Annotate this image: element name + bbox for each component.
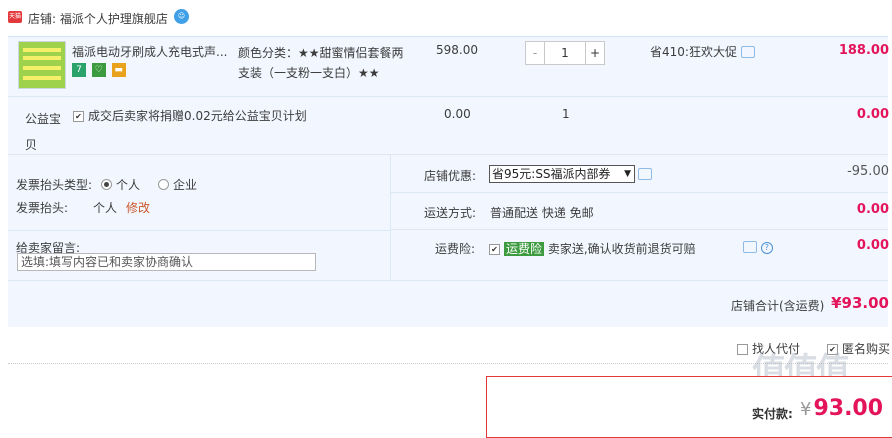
discount-detail-icon[interactable] (638, 167, 652, 181)
invoice-company-radio[interactable] (158, 179, 169, 190)
invoice-personal-label: 个人 (116, 178, 141, 192)
wangwang-chat-icon[interactable]: ☺ (174, 9, 189, 24)
seller-message-input[interactable]: 选填:填写内容已和卖家协商确认 (17, 253, 316, 271)
seven-day-return-icon[interactable]: 7 (72, 63, 86, 77)
currency-symbol: ¥ (800, 399, 812, 420)
item-subtotal: 188.00 (838, 43, 889, 58)
quantity-plus-button[interactable]: + (585, 42, 604, 64)
tmall-logo-icon: 天猫 (8, 11, 22, 23)
product-thumbnail[interactable] (18, 41, 66, 89)
insurance-checkbox[interactable]: ✔ (489, 244, 500, 255)
shop-discount-amount: -95.00 (847, 164, 889, 179)
promotion-detail-icon[interactable] (740, 45, 755, 58)
invoice-personal-radio[interactable] (101, 179, 112, 190)
charity-total: 0.00 (856, 107, 889, 122)
invoice-type-label: 发票抬头类型: (16, 178, 93, 192)
shipping-label: 运送方式: (424, 206, 477, 220)
shop-discount-label: 店铺优惠: (424, 169, 477, 183)
shop-discount-selected: 省95元:SS福派内部券 (492, 167, 611, 181)
payment-amount-value: 93.00 (813, 396, 884, 421)
quantity-input[interactable]: 1 (545, 42, 585, 64)
shop-label: 店铺: (28, 12, 57, 26)
invoice-personal-option[interactable]: 个人 (101, 176, 140, 193)
unit-price: 598.00 (436, 43, 478, 57)
pay-by-other-checkbox[interactable] (737, 344, 748, 355)
product-title-link[interactable]: 福派电动牙刷成人充电式声... (72, 43, 232, 60)
invoice-company-label: 企业 (173, 178, 198, 192)
insurance-option: ✔ 运费险 卖家送,确认收货前退货可赔 (489, 240, 696, 257)
payment-label: 实付款: (752, 407, 793, 421)
help-icon[interactable]: ? (760, 241, 773, 254)
charity-checkbox[interactable]: ✔ (73, 111, 84, 122)
insurance-amount: 0.00 (856, 238, 889, 253)
payment-amount: ¥93.00 (800, 396, 883, 421)
insurance-tag: 运费险 (504, 242, 545, 256)
quantity-minus-button[interactable]: - (526, 42, 545, 64)
quantity-stepper: - 1 + (525, 41, 605, 65)
row-divider (390, 192, 888, 193)
charity-price: 0.00 (444, 107, 471, 121)
shop-total-label: 店铺合计(含运费) (731, 299, 825, 313)
promotion-info: 省410:狂欢大促 (650, 43, 755, 60)
column-divider (390, 155, 391, 280)
insurance-text: 卖家送,确认收货前退货可赔 (544, 242, 696, 256)
shop-name[interactable]: 店铺: 福派个人护理旗舰店 (28, 10, 168, 27)
anonymous-label: 匿名购买 (842, 342, 891, 356)
shop-total-amount: ¥93.00 (831, 294, 889, 312)
invoice-edit-link[interactable]: 修改 (126, 199, 150, 216)
row-divider (8, 154, 888, 155)
promotion-text: 省410:狂欢大促 (650, 45, 737, 59)
shipping-method: 普通配送 快递 免邮 (490, 206, 594, 220)
shipping-amount: 0.00 (856, 202, 889, 217)
dropdown-arrow-icon: ▼ (624, 169, 631, 179)
row-divider (8, 280, 888, 281)
row-divider (8, 230, 390, 231)
product-sku: 颜色分类：★★甜蜜情侣套餐两支装（一支粉一支白）★★ (238, 46, 404, 80)
consumer-protection-icon[interactable]: ♡ (91, 63, 106, 77)
service-icons: 7 ♡ ▬ (72, 63, 128, 77)
invoice-head-value: 个人 (93, 201, 118, 215)
row-divider (390, 229, 888, 230)
invoice-head-label: 发票抬头: (16, 201, 69, 215)
insurance-icons: ? (743, 240, 773, 254)
insurance-label: 运费险: (435, 242, 476, 256)
charity-text: 成交后卖家将捐赠0.02元给公益宝贝计划 (88, 109, 307, 123)
charity-qty: 1 (562, 107, 570, 121)
shop-discount-select[interactable]: 省95元:SS福派内部券 ▼ (489, 165, 635, 183)
charity-label: 公益宝贝 (25, 112, 62, 152)
insurance-detail-icon[interactable] (743, 240, 757, 253)
row-divider (8, 96, 888, 97)
credit-card-icon[interactable]: ▬ (111, 63, 126, 77)
invoice-company-option[interactable]: 企业 (158, 176, 197, 193)
charity-info: ✔ 成交后卖家将捐赠0.02元给公益宝贝计划 (73, 107, 307, 124)
shop-name-link[interactable]: 福派个人护理旗舰店 (60, 12, 168, 26)
